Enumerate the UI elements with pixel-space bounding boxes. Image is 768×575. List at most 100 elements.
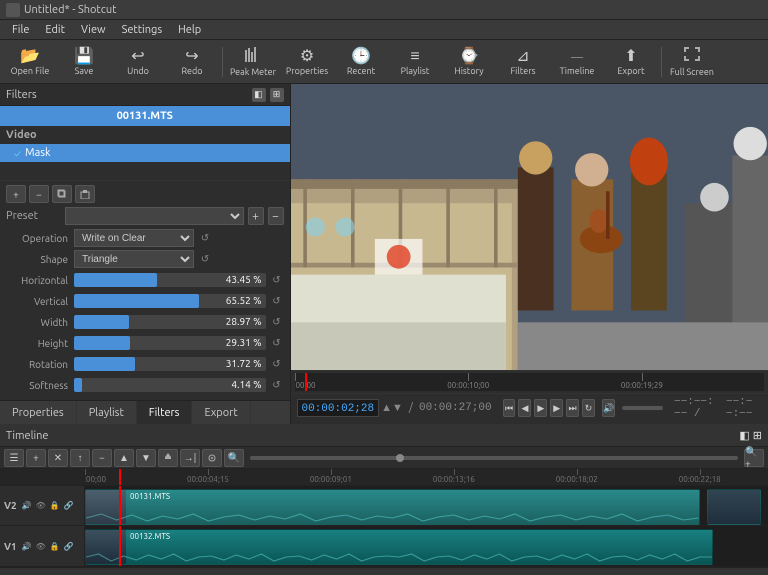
- operation-reset-icon[interactable]: ↺: [198, 231, 212, 245]
- v2-link-icon[interactable]: 🔗: [63, 500, 75, 512]
- tl-remove-button[interactable]: −: [92, 449, 112, 467]
- properties-button[interactable]: ⚙ Properties: [281, 42, 333, 82]
- timeline-ruler[interactable]: 00:00:00;00 00:00:04;15 00:00:09;01 00:0…: [85, 469, 768, 486]
- width-slider[interactable]: 28.97 %: [74, 315, 266, 329]
- timeline-shrink-icon[interactable]: ◧: [739, 429, 749, 442]
- rotation-slider[interactable]: 31.72 %: [74, 357, 266, 371]
- rotation-reset[interactable]: ↺: [270, 357, 284, 371]
- tab-properties[interactable]: Properties: [0, 401, 77, 424]
- tab-export[interactable]: Export: [192, 401, 250, 424]
- timeline-expand-icon[interactable]: ⊞: [753, 429, 762, 442]
- preset-select[interactable]: [65, 207, 244, 225]
- v2-clip-2[interactable]: [707, 489, 762, 525]
- tl-zoom-in-button[interactable]: 🔍+: [744, 449, 764, 467]
- v1-clip-1[interactable]: 00132.MTS: [85, 529, 713, 565]
- v1-link-icon[interactable]: 🔗: [63, 540, 75, 552]
- history-button[interactable]: ⌚ History: [443, 42, 495, 82]
- tl-up-button[interactable]: ▲: [114, 449, 134, 467]
- full-screen-button[interactable]: Full Screen: [666, 42, 718, 82]
- redo-label: Redo: [181, 66, 202, 76]
- skip-start-button[interactable]: ⏮: [503, 399, 516, 417]
- save-button[interactable]: 💾 Save: [58, 42, 110, 82]
- shape-reset-icon[interactable]: ↺: [198, 252, 212, 266]
- v2-lock-icon[interactable]: 🔒: [49, 500, 61, 512]
- menu-help[interactable]: Help: [170, 20, 209, 40]
- preview-timeline-ruler[interactable]: 00:00:00;00 00:00:10;00 00:00:19;29: [295, 373, 765, 391]
- timeline-button[interactable]: ⏤ Timeline: [551, 42, 603, 82]
- total-duration: 00:00:27;00: [419, 402, 492, 414]
- filters-shrink-icon[interactable]: ◧: [252, 88, 266, 102]
- zoom-thumb[interactable]: [396, 454, 404, 462]
- shape-select[interactable]: Triangle: [74, 250, 194, 268]
- softness-reset[interactable]: ↺: [270, 378, 284, 392]
- tl-close-button[interactable]: ✕: [48, 449, 68, 467]
- playlist-button[interactable]: ≡ Playlist: [389, 42, 441, 82]
- skip-end-button[interactable]: ⏭: [566, 399, 579, 417]
- timeline-section: Timeline ◧ ⊞ ☰ + ✕ ↑ − ▲ ▼ →| 🔍 🔍+: [0, 424, 768, 566]
- tl-ripple-button[interactable]: [202, 449, 222, 467]
- remove-filter-button[interactable]: −: [29, 185, 49, 203]
- filters-button[interactable]: ⊿ Filters: [497, 42, 549, 82]
- tl-menu-button[interactable]: ☰: [4, 449, 24, 467]
- play-button[interactable]: ▶: [534, 399, 547, 417]
- vertical-reset[interactable]: ↺: [270, 294, 284, 308]
- preset-add-button[interactable]: +: [248, 207, 264, 225]
- v1-lock-icon[interactable]: 🔒: [49, 540, 61, 552]
- horizontal-value: 43.45 %: [226, 273, 262, 287]
- vertical-slider[interactable]: 65.52 %: [74, 294, 266, 308]
- tl-new-button[interactable]: +: [26, 449, 46, 467]
- open-file-button[interactable]: 📂 Open File: [4, 42, 56, 82]
- tl-lift-button[interactable]: ↑: [70, 449, 90, 467]
- horizontal-slider[interactable]: 43.45 %: [74, 273, 266, 287]
- redo-button[interactable]: ↪ Redo: [166, 42, 218, 82]
- horizontal-reset[interactable]: ↺: [270, 273, 284, 287]
- height-reset[interactable]: ↺: [270, 336, 284, 350]
- menu-edit[interactable]: Edit: [37, 20, 73, 40]
- softness-slider[interactable]: 4.14 %: [74, 378, 266, 392]
- timecode-row[interactable]: 00:00:00;00 00:00:10;00 00:00:19;29: [291, 371, 768, 394]
- loop-button[interactable]: ↻: [582, 399, 595, 417]
- track-v1[interactable]: 00132.MTS: [85, 526, 768, 567]
- filter-item-mask[interactable]: ✓ Mask: [0, 144, 290, 162]
- height-slider[interactable]: 29.31 %: [74, 336, 266, 350]
- recent-button[interactable]: 🕒 Recent: [335, 42, 387, 82]
- width-reset[interactable]: ↺: [270, 315, 284, 329]
- tl-overwrite-button[interactable]: [158, 449, 178, 467]
- export-button[interactable]: ⬆ Export: [605, 42, 657, 82]
- next-frame-button[interactable]: ▶: [550, 399, 563, 417]
- width-label: Width: [6, 317, 74, 328]
- timeline-zoom-slider[interactable]: [250, 456, 738, 460]
- recent-icon: 🕒: [351, 48, 371, 64]
- menu-settings[interactable]: Settings: [114, 20, 171, 40]
- menu-view[interactable]: View: [73, 20, 114, 40]
- tab-playlist[interactable]: Playlist: [77, 401, 137, 424]
- tl-down-button[interactable]: ▼: [136, 449, 156, 467]
- filters-expand-icon[interactable]: ⊞: [270, 88, 284, 102]
- current-time[interactable]: 00:00:02;28: [297, 399, 380, 417]
- height-label: Height: [6, 338, 74, 349]
- operation-select[interactable]: Write on Clear: [74, 229, 194, 247]
- v1-eye-icon[interactable]: 👁: [35, 540, 47, 552]
- prev-frame-button[interactable]: ◀: [518, 399, 531, 417]
- v2-controls: 🔊 👁 🔒 🔗: [21, 500, 75, 512]
- preset-remove-button[interactable]: −: [268, 207, 284, 225]
- volume-slider[interactable]: [622, 406, 663, 410]
- paste-filter-button[interactable]: [75, 185, 95, 203]
- properties-icon: ⚙: [300, 48, 314, 64]
- v2-clip-1[interactable]: 00131.MTS: [85, 489, 700, 525]
- tl-zoom-button[interactable]: 🔍: [224, 449, 244, 467]
- tl-append-button[interactable]: →|: [180, 449, 200, 467]
- tab-filters[interactable]: Filters: [137, 401, 193, 424]
- undo-button[interactable]: ↩ Undo: [112, 42, 164, 82]
- v1-audio-icon[interactable]: 🔊: [21, 540, 33, 552]
- add-filter-button[interactable]: +: [6, 185, 26, 203]
- v2-audio-icon[interactable]: 🔊: [21, 500, 33, 512]
- timeline-scrollbar[interactable]: [0, 567, 768, 575]
- filters-title: Filters: [6, 89, 37, 101]
- copy-filter-button[interactable]: [52, 185, 72, 203]
- track-v2[interactable]: 00131.MTS: [85, 486, 768, 527]
- v2-eye-icon[interactable]: 👁: [35, 500, 47, 512]
- peak-meter-button[interactable]: Peak Meter: [227, 42, 279, 82]
- mute-button[interactable]: 🔊: [602, 399, 615, 417]
- menu-file[interactable]: File: [4, 20, 37, 40]
